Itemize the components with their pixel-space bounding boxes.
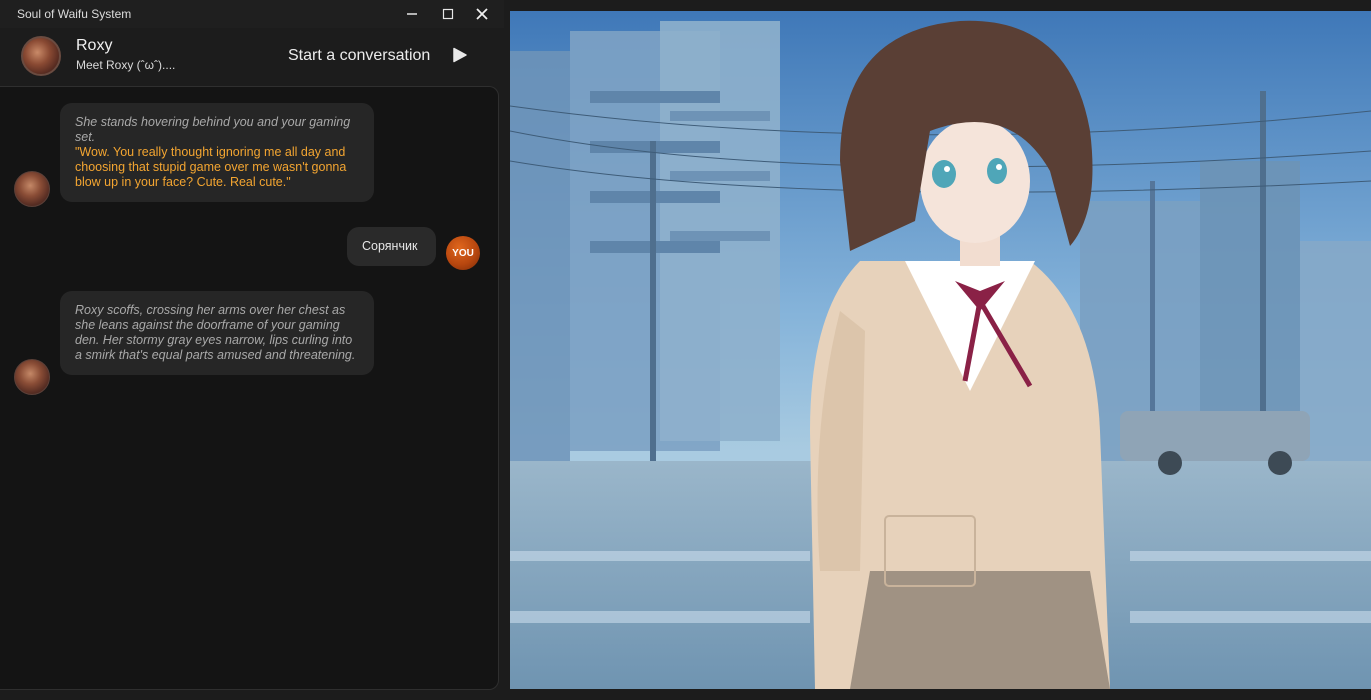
maximize-button[interactable] bbox=[437, 4, 459, 24]
character-subtitle: Meet Roxy (ˆωˆ).... bbox=[76, 58, 176, 72]
message-action-text: Roxy scoffs, crossing her arms over her … bbox=[75, 303, 356, 362]
minimize-icon bbox=[407, 13, 417, 15]
maximize-icon bbox=[442, 8, 454, 20]
title-bar: Soul of Waifu System bbox=[0, 0, 504, 28]
chat-app-window: Soul of Waifu System Roxy Meet Roxy (ˆωˆ… bbox=[0, 0, 504, 700]
start-conversation-button[interactable]: Start a conversation bbox=[280, 38, 480, 72]
window-title: Soul of Waifu System bbox=[17, 7, 132, 21]
user-message-bubble: Сорянчик bbox=[347, 227, 436, 266]
user-avatar-label: YOU bbox=[452, 247, 474, 259]
close-icon bbox=[476, 8, 488, 20]
message-speech-text: "Wow. You really thought ignoring me all… bbox=[75, 145, 347, 189]
chat-messages-panel[interactable]: She stands hovering behind you and your … bbox=[0, 86, 499, 690]
minimize-button[interactable] bbox=[401, 4, 423, 24]
character-avatar-small bbox=[14, 171, 50, 207]
character-avatar-small bbox=[14, 359, 50, 395]
message-bubble: Roxy scoffs, crossing her arms over her … bbox=[60, 291, 374, 375]
user-avatar: YOU bbox=[446, 236, 480, 270]
play-icon bbox=[453, 47, 467, 63]
start-conversation-label: Start a conversation bbox=[288, 47, 431, 64]
character-header: Roxy Meet Roxy (ˆωˆ).... Start a convers… bbox=[0, 28, 504, 84]
user-message-text: Сорянчик bbox=[362, 239, 418, 253]
message-action-text: She stands hovering behind you and your … bbox=[75, 115, 351, 144]
close-button[interactable] bbox=[471, 4, 493, 24]
character-avatar[interactable] bbox=[21, 36, 61, 76]
message-bubble: She stands hovering behind you and your … bbox=[60, 103, 374, 202]
character-name: Roxy bbox=[76, 37, 113, 54]
anime-character-model bbox=[810, 20, 1110, 689]
character-viewport[interactable] bbox=[510, 11, 1371, 689]
